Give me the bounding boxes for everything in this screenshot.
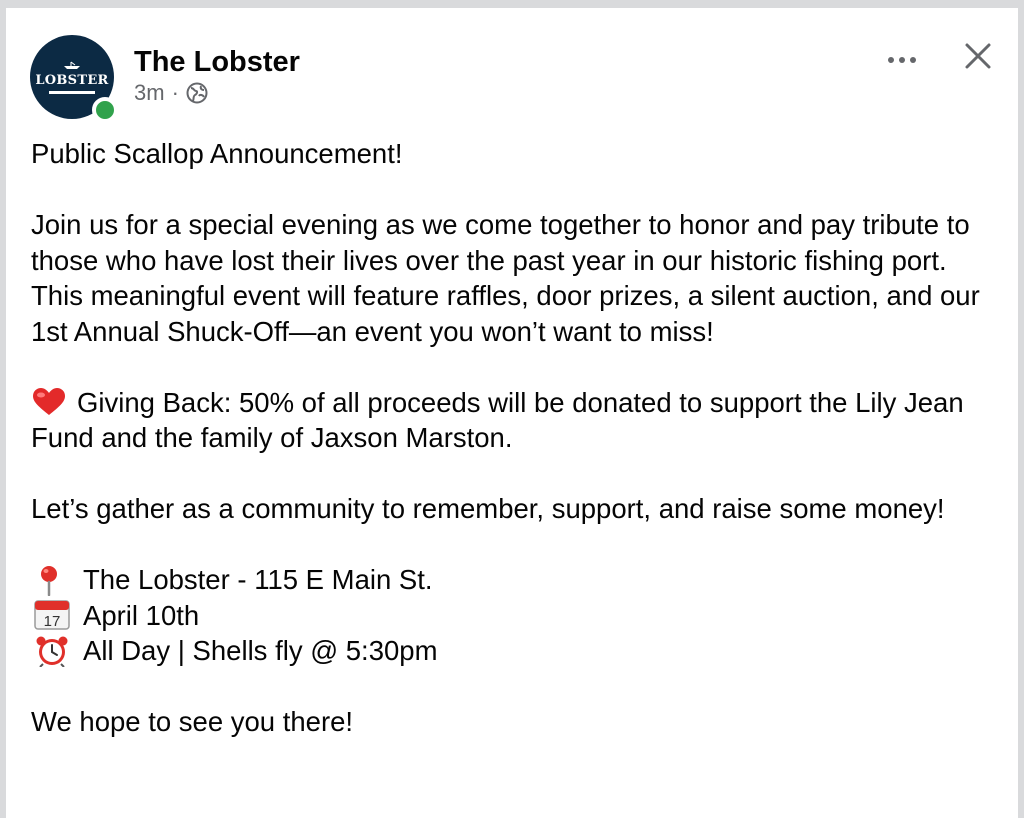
date-text: April 10th (83, 599, 200, 631)
close-icon (965, 43, 991, 69)
online-status-dot (92, 97, 118, 123)
closing-line: We hope to see you there! (31, 706, 354, 737)
logo-divider (49, 90, 95, 94)
globe-icon (186, 82, 208, 104)
date-line: 17 April 10th (31, 598, 1006, 634)
post-headline: Public Scallop Announcement! (31, 138, 403, 169)
time-line: All Day | Shells fly @ 5:30pm (31, 633, 1006, 669)
page-avatar[interactable]: LOBSTER (30, 35, 118, 123)
post-timestamp[interactable]: 3m (134, 80, 165, 106)
pin-emoji (41, 565, 57, 596)
location-line: The Lobster - 115 E Main St. (31, 562, 1006, 598)
page-name[interactable]: The Lobster (134, 45, 300, 79)
location-text: The Lobster - 115 E Main St. (83, 564, 433, 595)
svg-text:17: 17 (44, 613, 61, 630)
heart-emoji (33, 387, 65, 415)
meta-separator: · (171, 80, 179, 105)
post-header: LOBSTER The Lobster 3m · (6, 8, 1018, 128)
post-meta: 3m · (134, 80, 208, 106)
boat-icon (63, 61, 81, 73)
post-paragraph: Join us for a special evening as we come… (31, 209, 970, 276)
more-dots-icon (888, 57, 916, 63)
giving-back-paragraph: Giving Back: 50% of all proceeds will be… (31, 385, 1006, 456)
avatar-logo-text: LOBSTER (35, 72, 109, 88)
post-paragraph: Let’s gather as a community to remember,… (31, 493, 945, 524)
more-options-button[interactable] (878, 40, 926, 80)
alarm-clock-emoji (36, 636, 68, 667)
time-text: All Day | Shells fly @ 5:30pm (83, 635, 438, 666)
post-body: Public Scallop Announcement! Join us for… (31, 136, 1006, 740)
post-card: LOBSTER The Lobster 3m · Public Scallop … (6, 8, 1018, 818)
close-button[interactable] (956, 34, 1000, 78)
calendar-emoji: 17 (34, 600, 70, 630)
giving-back-text: Giving Back: 50% of all proceeds will be… (31, 386, 964, 454)
post-paragraph: This meaningful event will feature raffl… (31, 280, 980, 347)
